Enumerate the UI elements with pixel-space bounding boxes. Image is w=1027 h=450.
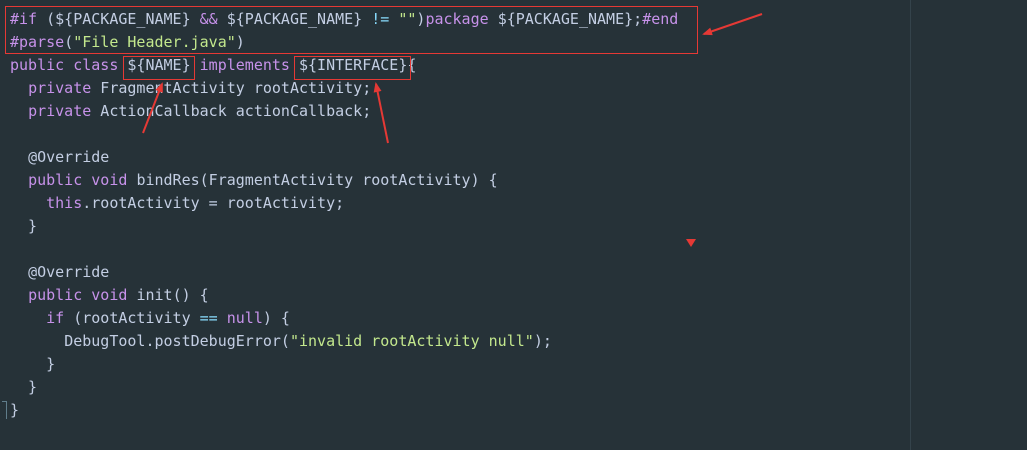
code-line-5: private ActionCallback actionCallback; [28,102,372,120]
name-variable: ${NAME} [127,56,191,74]
code-line-9: this.rootActivity = rootActivity; [46,194,345,212]
cursor-marker-icon [686,239,696,247]
code-line-13: public void init() { [28,286,209,304]
code-line-12: @Override [10,261,678,284]
code-editor[interactable]: #if (${PACKAGE_NAME} && ${PACKAGE_NAME} … [0,0,1027,450]
error-message-string: "invalid rootActivity null" [289,332,534,350]
code-line-1: #if (${PACKAGE_NAME} && ${PACKAGE_NAME} … [10,10,679,28]
code-line-10: } [10,217,38,235]
override-annotation: @Override [28,263,110,281]
package-name-variable: ${PACKAGE_NAME} [55,10,191,28]
code-line-14: if (rootActivity == null) { [46,309,290,327]
package-keyword: package [425,10,489,28]
override-annotation: @Override [28,148,110,166]
method-name: init [136,286,173,304]
file-header-string: "File Header.java" [73,33,236,51]
right-margin-guide [910,0,911,450]
code-line-4: private FragmentActivity rootActivity; [28,79,372,97]
arrow-to-header [702,13,763,36]
code-line-17: } [10,378,38,396]
code-line-15: DebugTool.postDebugError("invalid rootAc… [64,332,552,350]
fold-guide [6,401,7,419]
directive-if: #if [10,10,38,28]
code-line-18: } [10,401,20,419]
code-line-3: public class ${NAME} implements ${INTERF… [10,56,417,74]
directive-end: #end [642,10,679,28]
code-line-16: } [10,355,56,373]
code-content[interactable]: #if (${PACKAGE_NAME} && ${PACKAGE_NAME} … [10,8,678,422]
interface-variable: ${INTERFACE} [299,56,408,74]
directive-parse: #parse [10,33,65,51]
method-name: bindRes [136,171,200,189]
code-line-7: @Override [10,146,678,169]
code-line-8: public void bindRes(FragmentActivity roo… [28,171,498,189]
code-line-2: #parse("File Header.java") [10,33,245,51]
